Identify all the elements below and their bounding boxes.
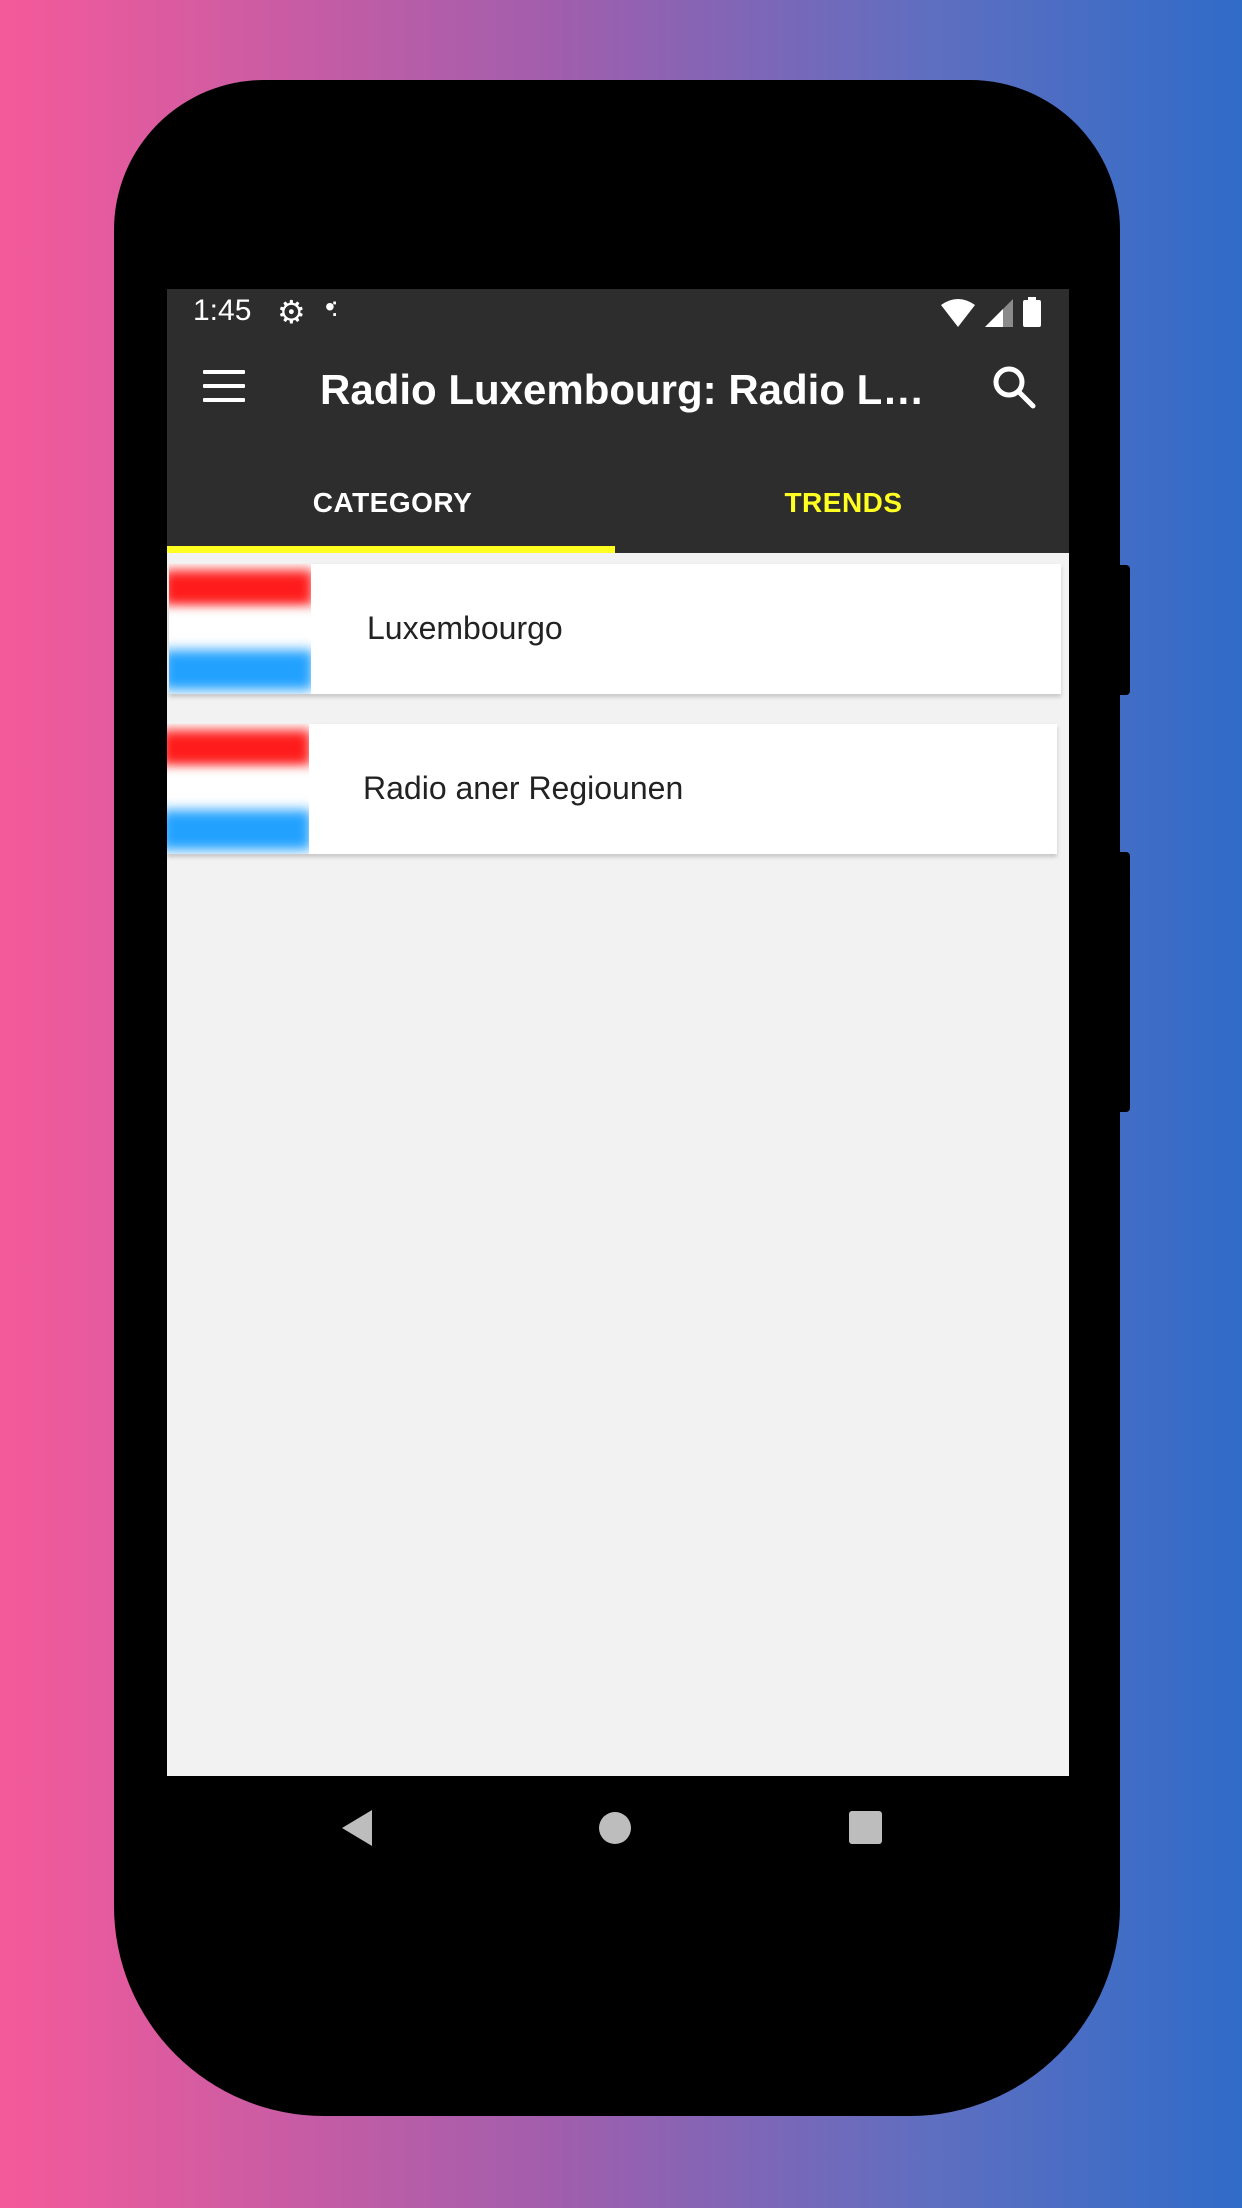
system-nav-bar (167, 1776, 1069, 1880)
status-time: 1:45 (193, 294, 252, 327)
tab-indicator (167, 546, 615, 553)
list-item-label: Luxembourgo (367, 610, 563, 646)
app-bar: Radio Luxembourg: Radio Lux… (167, 333, 1069, 453)
tab-category[interactable]: CATEGORY (167, 453, 618, 553)
tab-bar: CATEGORY TRENDS (167, 453, 1069, 553)
list-item-label: Radio aner Regiounen (363, 770, 684, 806)
back-icon[interactable] (342, 1810, 372, 1846)
list-item[interactable]: Luxembourgo (169, 564, 1061, 694)
luxembourg-flag-icon (169, 564, 311, 694)
home-icon[interactable] (599, 1812, 631, 1844)
power-button (1120, 565, 1130, 695)
search-icon[interactable] (989, 362, 1039, 412)
status-bar: 1:45 ⚙ •: (167, 289, 1069, 333)
battery-icon (1023, 297, 1041, 327)
signal-icon (985, 299, 1013, 327)
recents-icon[interactable] (849, 1811, 882, 1844)
gear-icon: ⚙ (277, 294, 306, 330)
app-title: Radio Luxembourg: Radio Lux… (320, 366, 940, 413)
status-icons (941, 297, 1041, 327)
list-item[interactable]: Radio aner Regiounen (167, 724, 1057, 854)
volume-button (1120, 852, 1130, 1112)
app-screen: 1:45 ⚙ •: Radio Luxembourg: Radio Lux… C… (167, 289, 1069, 1776)
luxembourg-flag-icon (167, 724, 309, 854)
dots-icon: •: (325, 291, 338, 322)
tab-trends[interactable]: TRENDS (618, 453, 1069, 553)
hamburger-menu-icon[interactable] (203, 370, 245, 402)
wifi-icon (941, 299, 975, 327)
